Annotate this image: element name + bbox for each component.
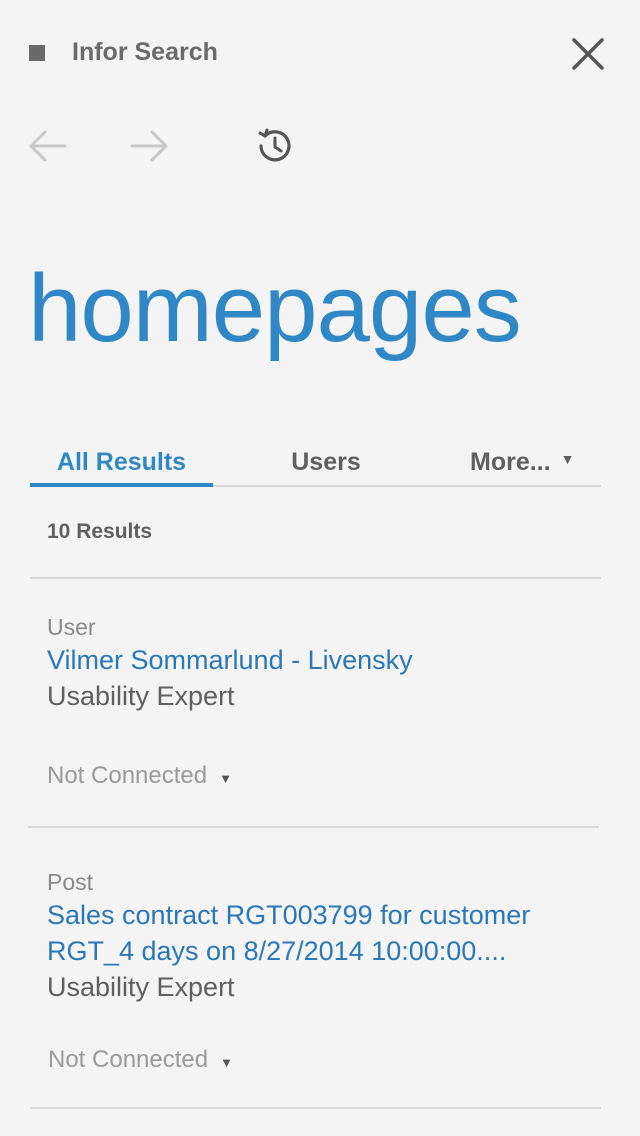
tab-more[interactable]: More... ▼ bbox=[439, 440, 601, 484]
tab-all-results[interactable]: All Results bbox=[30, 440, 213, 484]
result-item: User Vilmer Sommarlund - Livensky Usabil… bbox=[47, 612, 607, 714]
search-term-heading: homepages bbox=[28, 255, 522, 362]
divider bbox=[30, 1107, 601, 1109]
result-subtitle: Usability Expert bbox=[47, 681, 235, 711]
forward-arrow-icon bbox=[130, 130, 168, 162]
result-type: User bbox=[47, 614, 96, 640]
tab-more-label: More... bbox=[470, 447, 551, 476]
divider bbox=[28, 826, 599, 828]
caret-down-icon: ▼ bbox=[220, 1054, 233, 1070]
connection-status-label: Not Connected bbox=[48, 1046, 209, 1073]
divider bbox=[30, 577, 601, 579]
caret-down-icon: ▼ bbox=[560, 451, 575, 467]
result-title-line: Sales contract RGT003799 for customer bbox=[47, 900, 531, 930]
app-square-icon bbox=[29, 45, 45, 61]
active-tab-indicator bbox=[30, 483, 213, 487]
history-button[interactable] bbox=[252, 124, 296, 168]
history-icon bbox=[258, 128, 291, 162]
result-item: Post Sales contract RGT003799 for custom… bbox=[47, 867, 607, 1005]
result-subtitle: Usability Expert bbox=[47, 972, 235, 1002]
results-tabs: All Results Users More... ▼ bbox=[30, 440, 601, 487]
result-title-line: RGT_4 days on 8/27/2014 10:00:00.... bbox=[47, 936, 507, 966]
result-type: Post bbox=[47, 869, 94, 895]
search-panel: Infor Search homepages All Results Users bbox=[0, 0, 640, 1136]
connection-status-dropdown[interactable]: Not Connected ▼ bbox=[47, 762, 232, 790]
results-count: 10 Results bbox=[47, 520, 153, 543]
close-button[interactable] bbox=[566, 32, 610, 76]
connection-status-dropdown[interactable]: Not Connected ▼ bbox=[48, 1046, 233, 1074]
back-arrow-icon bbox=[29, 130, 67, 162]
back-button[interactable] bbox=[25, 124, 69, 168]
forward-button[interactable] bbox=[128, 124, 172, 168]
connection-status-label: Not Connected bbox=[47, 762, 208, 789]
app-title: Infor Search bbox=[72, 38, 218, 66]
tab-users[interactable]: Users bbox=[213, 440, 439, 484]
result-title-link[interactable]: Vilmer Sommarlund - Livensky bbox=[47, 642, 607, 678]
close-icon bbox=[572, 38, 604, 70]
caret-down-icon: ▼ bbox=[219, 770, 232, 786]
result-title-link[interactable]: Sales contract RGT003799 for customer RG… bbox=[47, 897, 607, 969]
